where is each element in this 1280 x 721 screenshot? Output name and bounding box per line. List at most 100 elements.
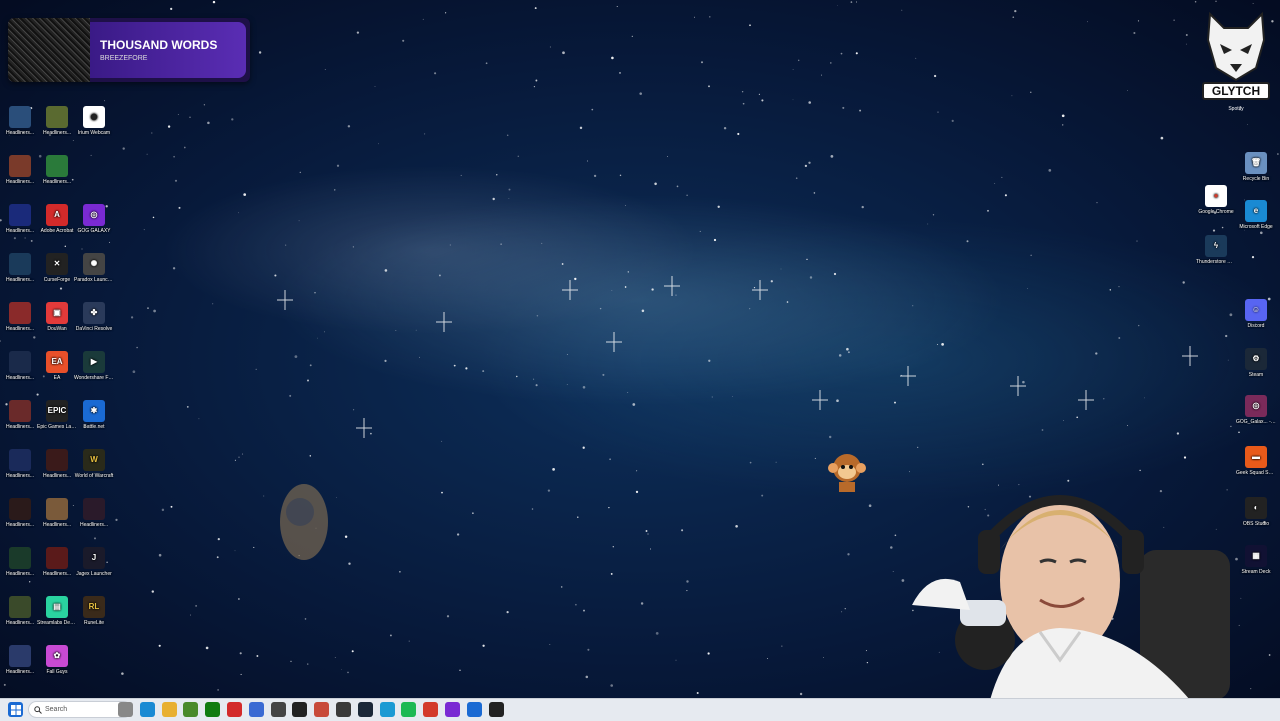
desktop-icon[interactable]: Headliners... xyxy=(74,498,114,528)
desktop-icon[interactable]: 🗑 Recycle Bin xyxy=(1236,152,1276,182)
desktop-icon[interactable]: ▬ Geek Squad Support.exe xyxy=(1236,446,1276,476)
game-taskbar-button[interactable] xyxy=(314,702,330,717)
desktop-icon[interactable]: Headliners... xyxy=(0,596,40,626)
desktop-icon[interactable]: ● Google Chrome xyxy=(1196,185,1236,215)
desktop-icon[interactable]: ✱ Battle.net xyxy=(74,400,114,430)
desktop-icon[interactable]: Headliners... xyxy=(0,449,40,479)
star xyxy=(3,683,6,686)
battlenet-taskbar-button[interactable] xyxy=(466,702,482,717)
desktop-icon[interactable]: ☺ Discord xyxy=(1236,299,1276,329)
desktop-icon[interactable]: ✿ Fall Guys xyxy=(37,645,77,675)
explorer-taskbar-button[interactable] xyxy=(161,702,177,717)
app-taskbar-button[interactable] xyxy=(336,702,351,717)
star xyxy=(566,384,568,385)
spotify-taskbar-button[interactable] xyxy=(401,702,417,717)
desktop-icon[interactable]: ▤ Streamlabs Desktop xyxy=(37,596,77,626)
desktop-icon[interactable]: Headliners... xyxy=(0,351,40,381)
edge-taskbar-button[interactable] xyxy=(139,702,155,717)
star xyxy=(830,155,834,158)
desktop-icon[interactable]: ◎ GOG GALAXY xyxy=(74,204,114,234)
desktop-icon[interactable]: J Jagex Launcher xyxy=(74,547,114,577)
start-button[interactable] xyxy=(8,702,23,717)
desktop-icon[interactable]: Headliners... xyxy=(0,645,40,675)
desktop-icon[interactable]: ◉ Irium Webcam xyxy=(74,106,114,136)
xbox-taskbar-button[interactable] xyxy=(205,702,221,717)
star xyxy=(707,652,710,655)
desktop-icon[interactable]: Headliners... xyxy=(37,155,77,185)
star xyxy=(1063,420,1064,421)
edge2-taskbar-button[interactable] xyxy=(379,702,395,717)
star xyxy=(758,93,760,95)
chrome-taskbar-button[interactable] xyxy=(423,702,439,717)
star xyxy=(749,461,752,464)
star xyxy=(72,140,74,141)
gog-taskbar-button[interactable] xyxy=(445,702,460,717)
desktop-icon[interactable]: Headliners... xyxy=(0,302,40,332)
desktop-icon[interactable]: A Adobe Acrobat xyxy=(37,204,77,234)
taskview-taskbar-button[interactable] xyxy=(118,702,133,717)
star xyxy=(351,650,354,653)
star xyxy=(347,125,351,128)
minecraft-taskbar-button[interactable] xyxy=(183,702,199,717)
star xyxy=(770,280,773,283)
desktop-icon[interactable]: Headliners... xyxy=(0,400,40,430)
app-icon xyxy=(9,547,31,569)
star xyxy=(1118,286,1120,288)
desktop-icon[interactable]: EPIC Epic Games Launcher xyxy=(37,400,77,430)
star xyxy=(708,85,710,88)
desktop-icon-label: Headliners... xyxy=(42,522,72,528)
star xyxy=(650,548,651,550)
desktop-icon[interactable]: ϟ Thunderstore Mod Mana... xyxy=(1196,235,1236,265)
desktop-icon[interactable]: Headliners... xyxy=(37,449,77,479)
steam-taskbar-button[interactable] xyxy=(357,702,373,717)
star xyxy=(579,126,583,130)
desktop-icon[interactable]: ◎ GOG_Galax... - Shortcut xyxy=(1236,395,1276,425)
desktop-icon[interactable]: Headliners... xyxy=(37,498,77,528)
desktop-icon[interactable]: Headliners... xyxy=(0,106,40,136)
desktop-icon[interactable]: Headliners... xyxy=(37,106,77,136)
star xyxy=(424,133,426,135)
star xyxy=(700,61,704,64)
desktop-icon[interactable]: ✺ Paradox Launcher v2 xyxy=(74,253,114,283)
obs-taskbar-button[interactable] xyxy=(292,702,308,717)
star xyxy=(610,684,614,687)
ui-taskbar-button[interactable] xyxy=(270,702,286,717)
desktop-icon[interactable]: EA EA xyxy=(37,351,77,381)
desktop-icon[interactable]: ▣ DouWan xyxy=(37,302,77,332)
star xyxy=(472,512,474,514)
desktop-icon[interactable]: ▶ Wondershare Filmore 14 xyxy=(74,351,114,381)
bright-star xyxy=(356,418,372,438)
star xyxy=(449,244,451,246)
desktop-icon[interactable]: Headliners... xyxy=(0,204,40,234)
star xyxy=(0,340,1,342)
desktop-icon[interactable]: e Microsoft Edge xyxy=(1236,200,1276,230)
desktop-icon[interactable]: Headliners... xyxy=(0,155,40,185)
desktop-icon[interactable]: W World of Warcraft xyxy=(74,449,114,479)
search-input[interactable]: Search xyxy=(28,701,132,718)
star xyxy=(506,611,509,614)
app-icon: ▣ xyxy=(46,302,68,324)
star xyxy=(711,396,713,398)
star xyxy=(625,205,626,206)
curseforge-taskbar-button[interactable] xyxy=(488,702,504,717)
star xyxy=(207,121,210,125)
star xyxy=(317,337,318,339)
acrobat-taskbar-button[interactable] xyxy=(227,702,242,717)
star xyxy=(158,553,162,557)
star xyxy=(256,655,259,657)
desktop-icon[interactable]: ⚙ Steam xyxy=(1236,348,1276,378)
desktop-icon[interactable]: Headliners... xyxy=(0,498,40,528)
desktop-icon-label: Headliners... xyxy=(42,179,72,185)
star xyxy=(130,316,134,319)
star xyxy=(535,384,538,387)
desktop-icon[interactable]: ✕ CurseForge xyxy=(37,253,77,283)
desktop-icon-label: Google Chrome xyxy=(1198,209,1234,215)
desktop-icon-label: Streamlabs Desktop xyxy=(37,620,77,626)
app-icon: ✺ xyxy=(83,253,105,275)
desktop-icon[interactable]: RL RuneLite xyxy=(74,596,114,626)
desktop-icon[interactable]: ✤ DaVinci Resolve xyxy=(74,302,114,332)
desktop-icon[interactable]: Headliners... xyxy=(0,253,40,283)
desktop-icon[interactable]: Headliners... xyxy=(37,547,77,577)
calculator-taskbar-button[interactable] xyxy=(248,702,264,717)
desktop-icon[interactable]: Headliners... xyxy=(0,547,40,577)
